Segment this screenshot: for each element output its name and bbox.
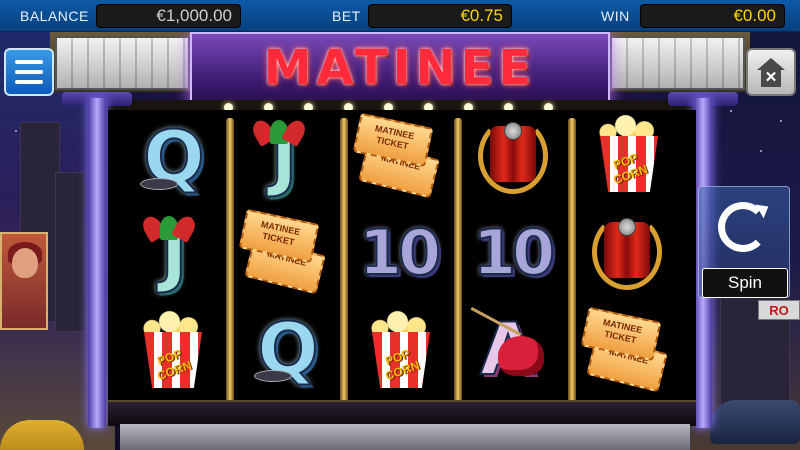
bet-label: BET: [332, 8, 361, 24]
jester-hat-icon: [139, 213, 199, 243]
reel-bottom-rail: [108, 400, 696, 426]
symbol-ticket: MATINEE MATINEE TICKET: [580, 306, 668, 394]
spin-button[interactable]: Spin: [702, 268, 788, 298]
hamburger-icon: [15, 80, 43, 84]
reel-divider: [226, 118, 234, 403]
menu-button[interactable]: [4, 48, 54, 96]
symbol-ten: 10: [354, 210, 442, 296]
cabinet-base: [120, 424, 690, 450]
symbol-q: Q: [130, 114, 218, 200]
microphone-icon: [618, 218, 636, 236]
marquee-lightbox-right: [610, 36, 745, 90]
balance-label: BALANCE: [20, 8, 89, 24]
marquee-sign: MATINEE: [190, 32, 610, 104]
symbol-a: A: [464, 306, 552, 392]
heart-icon: [498, 336, 544, 376]
hamburger-icon: [15, 70, 43, 74]
movie-poster: [0, 232, 48, 330]
bet-value[interactable]: €0.75: [368, 4, 512, 28]
symbol-ten: 10: [468, 210, 556, 296]
balance-value: €1,000.00: [96, 4, 241, 28]
win-value: €0.00: [640, 4, 785, 28]
reel-divider: [568, 118, 576, 403]
microphone-icon: [504, 122, 522, 140]
star: [760, 150, 762, 152]
symbol-q: Q: [244, 306, 332, 392]
close-icon: ✕: [761, 69, 781, 87]
street-sign: RO: [758, 300, 800, 320]
car-left: [0, 420, 84, 450]
ufo-icon: [140, 178, 178, 190]
star: [780, 120, 782, 122]
poster-face: [12, 248, 38, 278]
symbol-ten-number: 10: [358, 216, 442, 289]
symbol-microphone: [468, 114, 556, 200]
pillar-left: [88, 98, 106, 428]
game-title: MATINEE: [263, 40, 537, 96]
symbol-microphone: [582, 210, 670, 296]
reel-divider: [454, 118, 462, 403]
star: [730, 110, 732, 112]
symbol-popcorn: POP CORN: [356, 306, 444, 392]
spin-refresh-icon[interactable]: [718, 202, 768, 252]
symbol-j: J: [130, 210, 218, 296]
symbol-popcorn: POP CORN: [584, 110, 672, 196]
symbol-popcorn: POP CORN: [128, 306, 216, 392]
building-left-2: [55, 172, 85, 332]
symbol-ten-number: 10: [472, 216, 556, 289]
ufo-icon: [254, 370, 292, 382]
win-label: WIN: [601, 8, 630, 24]
symbol-j: J: [240, 114, 328, 200]
car-right: [710, 400, 800, 444]
marquee-lightbox-left: [55, 36, 190, 90]
reel-divider: [340, 118, 348, 403]
status-bar: BALANCE €1,000.00 BET €0.75 WIN €0.00: [0, 0, 800, 32]
jester-hat-icon: [249, 117, 309, 147]
home-button[interactable]: ✕: [746, 48, 796, 96]
star: [15, 130, 17, 132]
symbol-ticket: MATINEE MATINEE TICKET: [238, 208, 326, 296]
symbol-ticket: MATINEE MATINEE TICKET: [352, 112, 440, 200]
hamburger-icon: [15, 60, 43, 64]
